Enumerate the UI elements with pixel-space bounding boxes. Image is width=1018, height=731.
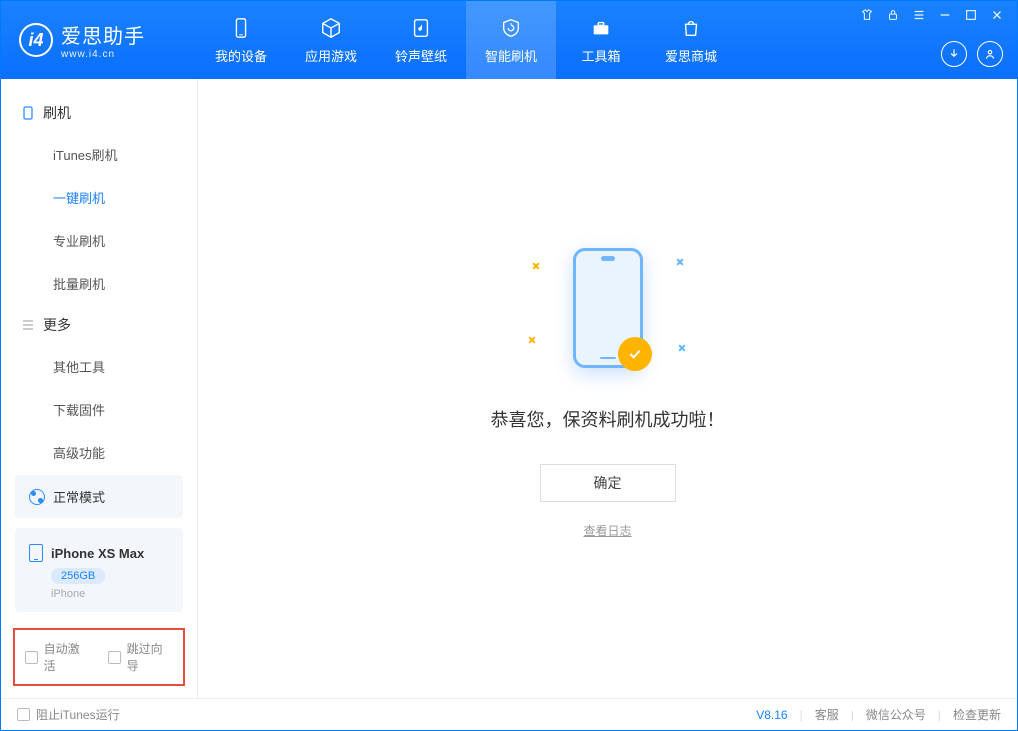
tab-label: 应用游戏: [305, 46, 357, 65]
device-name: iPhone XS Max: [51, 546, 144, 561]
sidebar-group-flash: 刷机: [1, 93, 197, 133]
sparkle-icon: [674, 256, 685, 267]
lock-icon[interactable]: [885, 7, 901, 23]
refresh-shield-icon: [499, 16, 523, 40]
footer-link-wechat[interactable]: 微信公众号: [866, 706, 926, 723]
version-label: V8.16: [756, 708, 787, 722]
check-badge-icon: [618, 337, 652, 371]
checkbox-icon: [108, 651, 121, 664]
cube-icon: [319, 16, 343, 40]
list-icon: [21, 318, 35, 332]
toolbox-icon: [589, 16, 613, 40]
download-button[interactable]: [941, 41, 967, 67]
checkbox-icon: [17, 708, 30, 721]
success-message: 恭喜您，保资料刷机成功啦！: [491, 406, 725, 432]
music-file-icon: [409, 16, 433, 40]
minimize-button[interactable]: [937, 7, 953, 23]
tab-label: 工具箱: [581, 46, 620, 65]
sparkle-icon: [526, 334, 537, 345]
footer-link-support[interactable]: 客服: [815, 706, 839, 723]
checkbox-label: 跳过向导: [127, 640, 173, 674]
close-button[interactable]: [989, 7, 1005, 23]
brand-logo: i4 爱思助手 www.i4.cn: [1, 20, 196, 60]
tab-store[interactable]: 爱思商城: [646, 1, 736, 79]
device-capacity: 256GB: [51, 568, 105, 584]
sparkle-icon: [676, 342, 687, 353]
tab-apps-games[interactable]: 应用游戏: [286, 1, 376, 79]
device-type: iPhone: [51, 588, 169, 600]
maximize-button[interactable]: [963, 7, 979, 23]
checkbox-skip-guide[interactable]: 跳过向导: [108, 640, 173, 674]
sidebar-item-advanced[interactable]: 高级功能: [1, 431, 197, 474]
checkbox-auto-activate[interactable]: 自动激活: [25, 640, 90, 674]
header-tabs: 我的设备 应用游戏 铃声壁纸 智能刷机 工具箱 爱思商城: [196, 1, 736, 79]
brand-subtitle: www.i4.cn: [61, 49, 145, 60]
tab-label: 智能刷机: [485, 46, 537, 65]
checkbox-label: 自动激活: [44, 640, 90, 674]
footer-link-update[interactable]: 检查更新: [953, 706, 1001, 723]
brand-title: 爱思助手: [61, 20, 145, 49]
logo-icon: i4: [19, 23, 53, 57]
checkbox-label: 阻止iTunes运行: [36, 706, 120, 723]
menu-icon[interactable]: [911, 7, 927, 23]
bag-icon: [679, 16, 703, 40]
shirt-icon[interactable]: [859, 7, 875, 23]
sidebar-item-batch-flash[interactable]: 批量刷机: [1, 262, 197, 305]
phone-icon: [29, 544, 43, 562]
status-bar: 阻止iTunes运行 V8.16 | 客服 | 微信公众号 | 检查更新: [1, 698, 1017, 730]
sidebar-item-itunes-flash[interactable]: iTunes刷机: [1, 133, 197, 176]
sidebar-group-more: 更多: [1, 305, 197, 345]
sidebar: 刷机 iTunes刷机 一键刷机 专业刷机 批量刷机 更多 其他工具 下载固件 …: [1, 79, 198, 698]
tab-label: 爱思商城: [665, 46, 717, 65]
main-content: 恭喜您，保资料刷机成功啦！ 确定 查看日志: [198, 79, 1017, 698]
sidebar-item-pro-flash[interactable]: 专业刷机: [1, 219, 197, 262]
success-illustration: [518, 238, 698, 378]
confirm-button[interactable]: 确定: [540, 464, 676, 502]
flash-options-highlight: 自动激活 跳过向导: [13, 628, 185, 686]
tab-label: 我的设备: [215, 46, 267, 65]
sidebar-item-other-tools[interactable]: 其他工具: [1, 345, 197, 388]
device-info-box[interactable]: iPhone XS Max 256GB iPhone: [15, 528, 183, 612]
view-log-link[interactable]: 查看日志: [583, 522, 631, 539]
device-mode-box: 正常模式: [15, 475, 183, 518]
tab-smart-flash[interactable]: 智能刷机: [466, 1, 556, 79]
sidebar-item-oneclick-flash[interactable]: 一键刷机: [1, 176, 197, 219]
app-header: i4 爱思助手 www.i4.cn 我的设备 应用游戏 铃声壁纸 智能刷机 工具…: [1, 1, 1017, 79]
window-controls: [859, 7, 1005, 23]
phone-icon: [229, 16, 253, 40]
mode-icon: [29, 489, 45, 505]
tab-label: 铃声壁纸: [395, 46, 447, 65]
tab-toolbox[interactable]: 工具箱: [556, 1, 646, 79]
phone-illustration: [573, 248, 643, 368]
checkbox-block-itunes[interactable]: 阻止iTunes运行: [17, 706, 120, 723]
tab-my-device[interactable]: 我的设备: [196, 1, 286, 79]
sidebar-item-download-fw[interactable]: 下载固件: [1, 388, 197, 431]
user-button[interactable]: [977, 41, 1003, 67]
checkbox-icon: [25, 651, 38, 664]
device-icon: [21, 106, 35, 120]
tab-ringtone-wallpaper[interactable]: 铃声壁纸: [376, 1, 466, 79]
group-title: 更多: [43, 315, 71, 335]
device-mode: 正常模式: [53, 487, 105, 506]
sparkle-icon: [530, 260, 541, 271]
group-title: 刷机: [43, 103, 71, 123]
